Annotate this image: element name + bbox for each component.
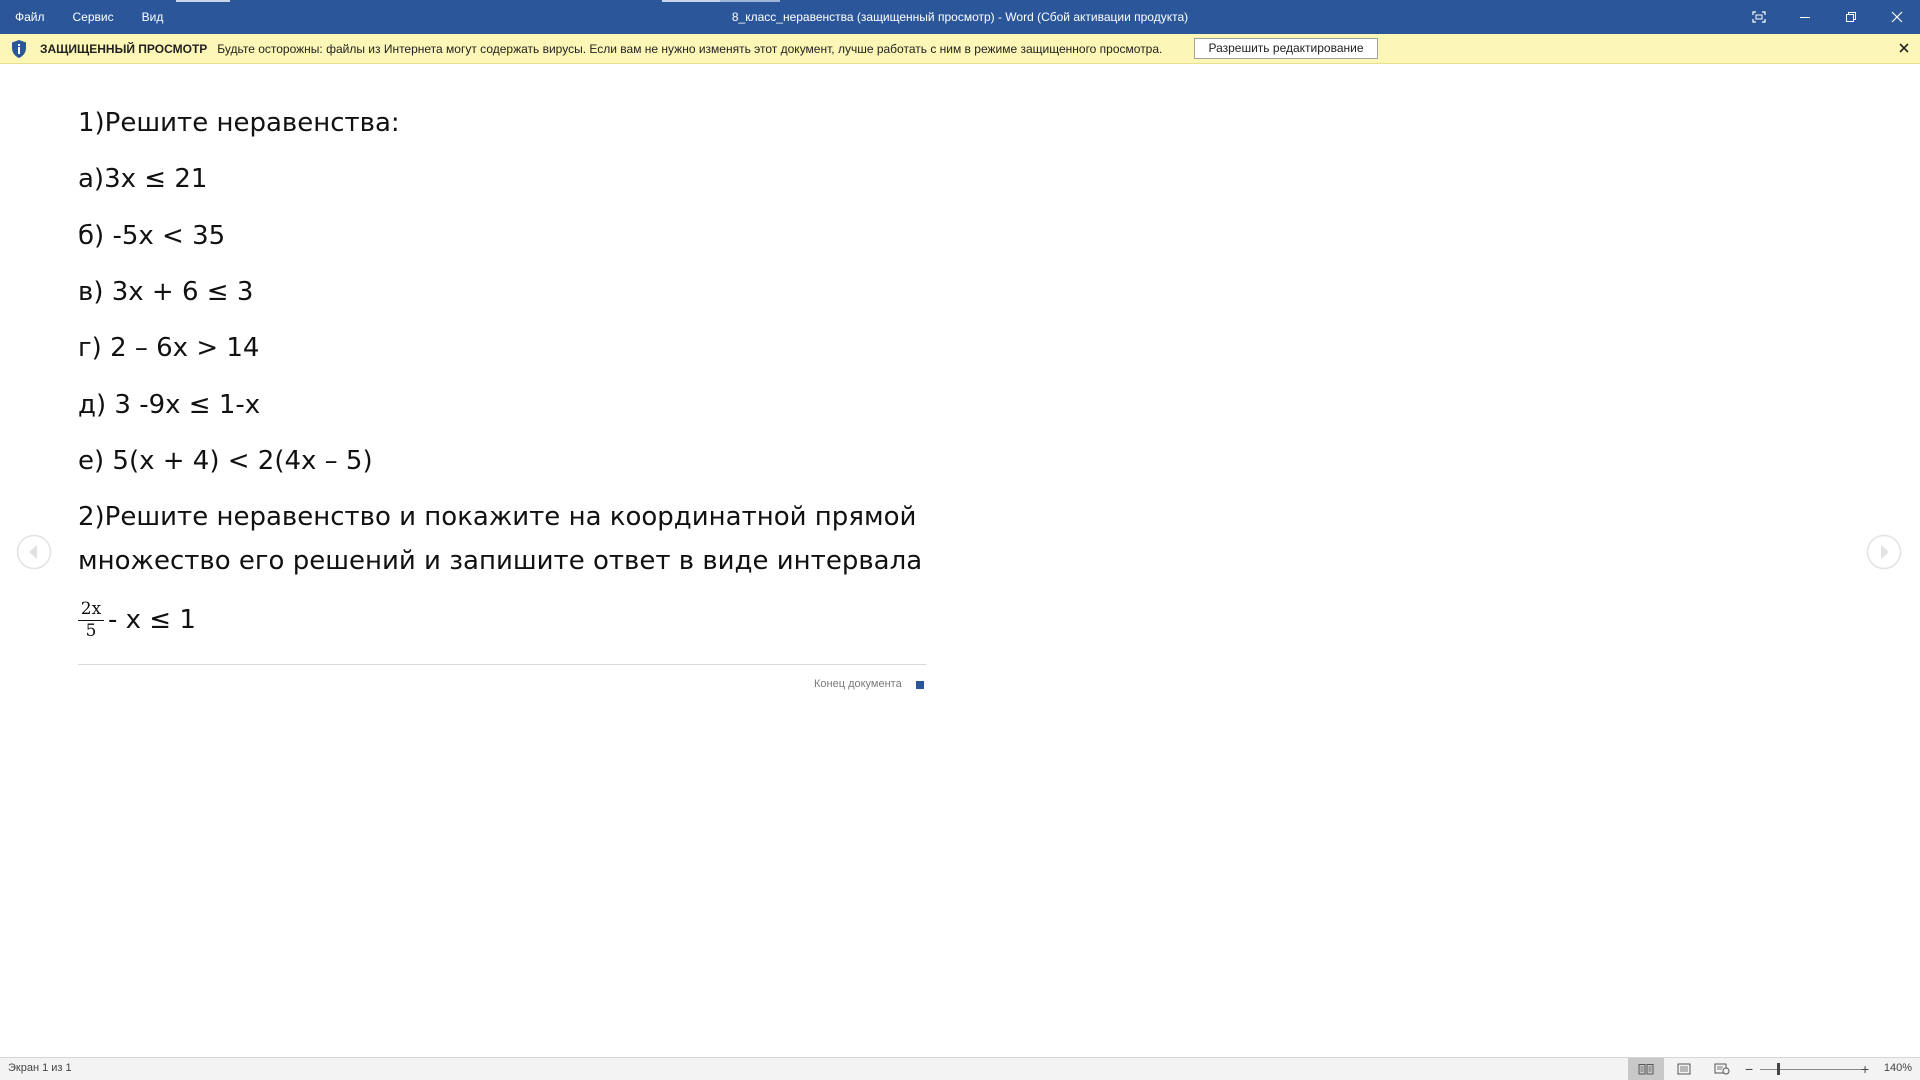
zoom-level[interactable]: 140%: [1884, 1062, 1912, 1074]
doc-line: е) 5(х + 4) < 2(4х – 5): [78, 446, 373, 476]
shield-info-icon: [12, 39, 26, 58]
doc-line: 2)Решите неравенство и покажите на коорд…: [78, 502, 917, 532]
end-divider: [78, 664, 926, 665]
title-bar: Файл Сервис Вид 8_класс_неравенства (защ…: [0, 0, 1920, 34]
end-marker-icon: [916, 681, 924, 689]
tab-indicator: [176, 0, 230, 2]
zoom-slider[interactable]: [1760, 1069, 1862, 1070]
web-layout-button[interactable]: [1704, 1058, 1740, 1080]
end-of-document-label: Конец документа: [814, 678, 902, 690]
minimize-icon: [1800, 17, 1810, 18]
status-bar: Экран 1 из 1 − + 140%: [0, 1057, 1920, 1080]
restore-icon: [1846, 12, 1856, 22]
close-icon[interactable]: [1896, 40, 1912, 56]
zoom-out-icon[interactable]: −: [1745, 1061, 1753, 1077]
web-layout-icon: [1714, 1063, 1730, 1075]
menu-file[interactable]: Файл: [0, 0, 59, 34]
next-page-icon[interactable]: [1866, 534, 1902, 570]
menu-view[interactable]: Вид: [128, 0, 178, 34]
page-layout-icon: [1677, 1063, 1691, 1075]
fullscreen-icon: [1752, 11, 1766, 23]
doc-line: в) 3х + 6 ≤ 3: [78, 277, 254, 307]
menu-tools[interactable]: Сервис: [59, 0, 128, 34]
window-controls: [1736, 0, 1920, 34]
tab-indicator: [720, 0, 780, 2]
doc-line: а)3х ≤ 21: [78, 164, 208, 194]
zoom-in-icon[interactable]: +: [1861, 1061, 1869, 1077]
read-mode-button[interactable]: [1628, 1058, 1664, 1080]
restore-button[interactable]: [1828, 0, 1874, 34]
doc-line: д) 3 -9х ≤ 1-х: [78, 390, 261, 420]
window-title: 8_класс_неравенства (защищенный просмотр…: [731, 10, 1189, 24]
fraction-numerator: 2x: [78, 600, 104, 621]
message-text: Будьте осторожны: файлы из Интернета мог…: [217, 41, 1163, 56]
zoom-slider-thumb[interactable]: [1777, 1063, 1780, 1075]
message-title: ЗАЩИЩЕННЫЙ ПРОСМОТР: [40, 41, 208, 56]
minimize-button[interactable]: [1782, 0, 1828, 34]
doc-line: множество его решений и запишите ответ в…: [78, 546, 923, 576]
doc-line: 1)Решите неравенства:: [78, 108, 400, 138]
tab-indicator: [662, 0, 720, 2]
doc-line: б) -5х < 35: [78, 221, 226, 251]
close-icon: [1891, 11, 1903, 23]
fraction-denominator: 5: [85, 621, 97, 641]
fullscreen-button[interactable]: [1736, 0, 1782, 34]
book-icon: [1638, 1064, 1654, 1075]
page-indicator: Экран 1 из 1: [8, 1062, 72, 1074]
enable-editing-button[interactable]: Разрешить редактирование: [1194, 38, 1378, 59]
print-layout-button[interactable]: [1666, 1058, 1702, 1080]
fraction: 2x 5: [78, 600, 104, 641]
menu-bar: Файл Сервис Вид: [0, 0, 177, 34]
close-window-button[interactable]: [1874, 0, 1920, 34]
doc-line: г) 2 – 6х > 14: [78, 333, 260, 363]
previous-page-icon[interactable]: [16, 534, 52, 570]
protected-view-bar: ЗАЩИЩЕННЫЙ ПРОСМОТР Будьте осторожны: фа…: [0, 34, 1920, 64]
fraction-expression: - х ≤ 1: [108, 605, 196, 635]
